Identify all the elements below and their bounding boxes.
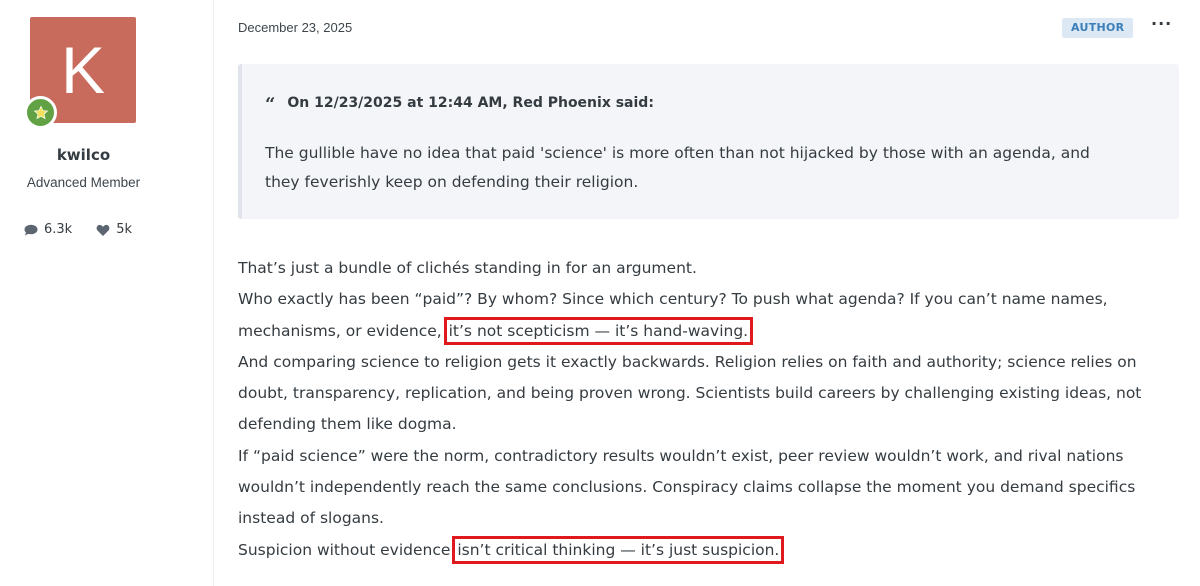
- comment-icon: [24, 224, 38, 236]
- post-date[interactable]: December 23, 2025: [238, 20, 352, 35]
- quote-line: they feverishly keep on defending their …: [265, 173, 639, 191]
- user-stats: 6.3k 5k: [24, 222, 132, 237]
- quote-line: The gullible have no idea that paid 'sci…: [265, 144, 1090, 162]
- highlighted-phrase: it’s not scepticism — it’s hand-waving.: [443, 316, 754, 345]
- comment-count: 6.3k: [24, 222, 72, 237]
- post-body: That’s just a bundle of clichés standing…: [238, 253, 1188, 566]
- body-line: If “paid science” were the norm, contrad…: [238, 446, 1124, 465]
- body-line: instead of slogans.: [238, 509, 384, 528]
- more-options-button[interactable]: ···: [1151, 14, 1172, 33]
- username[interactable]: kwilco: [0, 146, 167, 164]
- highlighted-phrase: isn’t critical thinking — it’s just susp…: [452, 535, 785, 564]
- reaction-count: 5k: [96, 222, 132, 237]
- body-line: defending them like dogma.: [238, 415, 457, 434]
- body-line: Suspicion without evidence isn’t critica…: [238, 535, 1188, 566]
- star-rank-badge-icon: [24, 96, 57, 129]
- reaction-count-value: 5k: [116, 222, 133, 237]
- comment-count-value: 6.3k: [44, 222, 73, 237]
- quote-header[interactable]: “ On 12/23/2025 at 12:44 AM, Red Phoenix…: [265, 94, 654, 115]
- body-line: mechanisms, or evidence, it’s not scepti…: [238, 316, 1188, 347]
- body-text: mechanisms, or evidence,: [238, 321, 447, 340]
- author-badge: AUTHOR: [1062, 18, 1134, 38]
- user-title: Advanced Member: [26, 175, 141, 190]
- body-line: doubt, transparency, replication, and be…: [238, 384, 1142, 403]
- author-panel: K kwilco Advanced Member 6.3k 5k: [0, 0, 214, 586]
- body-line: wouldn’t independently reach the same co…: [238, 478, 1136, 497]
- heart-icon: [96, 224, 110, 236]
- body-line: That’s just a bundle of clichés standing…: [238, 259, 697, 277]
- quote-block: “ On 12/23/2025 at 12:44 AM, Red Phoenix…: [238, 64, 1179, 219]
- body-line: And comparing science to religion gets i…: [238, 352, 1137, 371]
- body-line: Who exactly has been “paid”? By whom? Si…: [238, 290, 1108, 309]
- quote-icon: “: [265, 94, 276, 115]
- quote-citation: On 12/23/2025 at 12:44 AM, Red Phoenix s…: [287, 95, 654, 111]
- body-text: Suspicion without evidence: [238, 540, 456, 559]
- quote-text: The gullible have no idea that paid 'sci…: [265, 139, 1145, 197]
